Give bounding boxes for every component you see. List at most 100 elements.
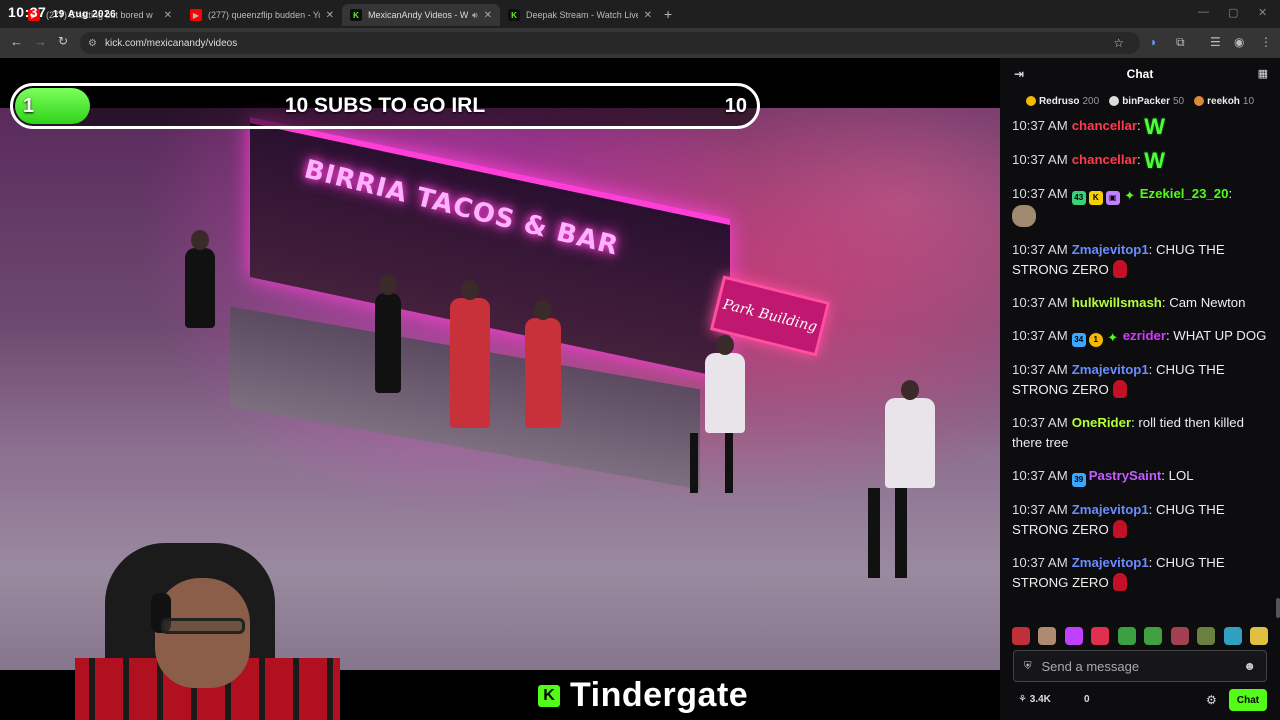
forward-icon[interactable]: →	[34, 34, 47, 49]
chat-send-button[interactable]: Chat	[1229, 689, 1267, 711]
emote-picker-icon[interactable]	[1012, 627, 1030, 645]
dancer-kimono	[450, 280, 490, 428]
chat-input[interactable]: ⛨ Send a message ☻	[1013, 650, 1267, 682]
kick-logo-icon: K	[538, 684, 560, 707]
strong-zero-emote-icon	[1112, 520, 1127, 538]
chat-message[interactable]: 10:37 AM chancellar: W	[1012, 150, 1268, 172]
new-tab-icon[interactable]: +	[664, 6, 672, 22]
message-time: 10:37 AM	[1012, 152, 1068, 167]
back-icon[interactable]: ←	[10, 34, 23, 49]
message-username[interactable]: chancellar	[1072, 118, 1137, 133]
dancer	[525, 300, 561, 428]
message-username[interactable]: Zmajevitop1	[1072, 362, 1149, 377]
chat-message[interactable]: 10:37 AM Zmajevitop1: CHUG THE STRONG ZER…	[1012, 553, 1268, 593]
message-username[interactable]: hulkwillsmash	[1072, 295, 1162, 310]
message-username[interactable]: ezrider	[1123, 328, 1166, 343]
bookmark-star-icon[interactable]: ☆	[1113, 36, 1124, 50]
close-window-icon[interactable]: ✕	[1258, 6, 1267, 19]
emote-picker-icon[interactable]	[1144, 627, 1163, 645]
chat-header: ⇥ Chat ▦	[1000, 58, 1280, 90]
message-username[interactable]: OneRider	[1072, 415, 1131, 430]
chat-message[interactable]: 10:37 AM Zmajevitop1: CHUG THE STRONG ZER…	[1012, 500, 1268, 540]
browser-window: 10:37 19 Aug 2026 ▶ (277) Chatting but b…	[0, 0, 1280, 720]
collapse-chat-icon[interactable]: ⇥	[1014, 67, 1024, 81]
emote-picker-icon[interactable]	[1249, 627, 1268, 645]
leaderboard-entry[interactable]: reekoh 10	[1194, 96, 1254, 107]
message-colon: :	[1228, 186, 1233, 201]
brand-text: Tindergate	[570, 676, 749, 714]
emote-picker-icon[interactable]	[1117, 627, 1136, 645]
message-username[interactable]: Zmajevitop1	[1072, 555, 1149, 570]
chat-settings-icon[interactable]: ⚙	[1206, 693, 1217, 707]
close-tab-icon[interactable]: ✕	[326, 10, 334, 21]
pedestrian	[185, 230, 215, 328]
points-zero: 0	[1084, 694, 1090, 705]
close-tab-icon[interactable]: ✕	[164, 10, 172, 21]
chat-message[interactable]: 10:37 AM 43 K ▣ ✦ Ezekiel_23_20:	[1012, 184, 1268, 227]
sub-goal-title: 10 SUBS TO GO IRL	[284, 94, 486, 117]
audio-icon[interactable]: ◗	[1150, 35, 1157, 49]
message-username[interactable]: Zmajevitop1	[1072, 502, 1149, 517]
site-info-icon[interactable]: ⚙	[88, 38, 97, 49]
emote-picker-icon[interactable]	[1170, 627, 1189, 645]
close-tab-icon[interactable]: ✕	[644, 10, 652, 21]
video-player[interactable]: BIRRIA TACOS & BAR Park Building 1 10 SU…	[0, 58, 1000, 720]
reload-icon[interactable]: ↻	[58, 34, 68, 48]
message-time: 10:37 AM	[1012, 118, 1068, 133]
media-controls-icon[interactable]: ☰	[1210, 35, 1221, 49]
chat-scrollbar[interactable]	[1276, 598, 1280, 618]
emote-picker-icon[interactable]	[1038, 627, 1057, 645]
cat-emote-icon	[1012, 205, 1036, 227]
pedestrian-white	[705, 335, 745, 433]
chat-message[interactable]: 10:37 AM chancellar: W	[1012, 116, 1268, 138]
message-colon: :	[1161, 468, 1169, 483]
maximize-icon[interactable]: ▢	[1228, 6, 1238, 19]
clock-time: 10:37	[8, 4, 47, 20]
tab-3[interactable]: K MexicanAndy Videos - Watc 🔊︎ ✕	[342, 4, 500, 26]
speaker-icon[interactable]: 🔊︎	[472, 10, 478, 21]
message-username[interactable]: PastrySaint	[1089, 468, 1162, 483]
chat-message[interactable]: 10:37 AM Zmajevitop1: CHUG THE STRONG ZER…	[1012, 360, 1268, 400]
chat-message[interactable]: 10:37 AM hulkwillsmash: Cam Newton	[1012, 293, 1268, 313]
menu-icon[interactable]: ⋮	[1260, 35, 1272, 49]
message-time: 10:37 AM	[1012, 502, 1068, 517]
leg	[895, 488, 907, 578]
tab-2[interactable]: ▶ (277) queenzflip budden - YouT ✕	[182, 4, 342, 26]
message-text: LOL	[1168, 468, 1194, 483]
message-username[interactable]: chancellar	[1072, 152, 1137, 167]
user-badge-icon: ✦	[1124, 188, 1136, 203]
chat-title: Chat	[1126, 67, 1154, 81]
chat-message[interactable]: 10:37 AM 39 PastrySaint: LOL	[1012, 466, 1268, 487]
message-username[interactable]: Ezekiel_23_20	[1140, 186, 1229, 201]
rank-badge-icon	[1025, 96, 1036, 106]
leaderboard-entry[interactable]: binPacker 50	[1109, 96, 1184, 107]
tab-4[interactable]: K Deepak Stream - Watch Live on ✕	[500, 4, 660, 26]
rank-badge-icon	[1194, 96, 1205, 106]
kick-points[interactable]: ⚘ 3.4K	[1018, 694, 1051, 705]
address-bar[interactable]: ⚙ kick.com/mexicanandy/videos ☆	[80, 32, 1140, 54]
chat-messages[interactable]: 10:37 AM chancellar: W 10:37 AM chancellar:…	[1000, 116, 1280, 626]
emote-picker-icon[interactable]	[1197, 627, 1216, 645]
close-tab-icon[interactable]: ✕	[484, 10, 492, 21]
message-time: 10:37 AM	[1012, 555, 1068, 570]
message-text: Cam Newton	[1169, 295, 1246, 310]
pedestrian-white	[885, 380, 935, 488]
browser-toolbar: ← → ↻ ⚙ kick.com/mexicanandy/videos ☆ ◗ …	[0, 28, 1280, 58]
emote-picker-icon[interactable]	[1223, 627, 1242, 645]
strong-zero-emote-icon	[1112, 260, 1127, 278]
user-badge-icon: 34	[1071, 333, 1086, 347]
emoji-icon[interactable]: ☻	[1243, 659, 1256, 673]
clock-overlay: 10:37 19 Aug 2026	[8, 4, 116, 20]
leaderboard: Redruso 200 binPacker 50 reekoh 10	[1000, 90, 1280, 112]
chat-message[interactable]: 10:37 AM 34 1 ✦ ezrider: WHAT UP DOG	[1012, 326, 1268, 347]
extensions-icon[interactable]: ⧉	[1176, 35, 1185, 50]
leaderboard-entry[interactable]: Redruso 200	[1025, 96, 1099, 107]
profile-icon[interactable]: ◉	[1234, 35, 1244, 49]
minimize-icon[interactable]: —	[1198, 6, 1209, 18]
message-username[interactable]: Zmajevitop1	[1072, 242, 1149, 257]
chat-users-icon[interactable]: ▦	[1258, 67, 1268, 80]
emote-picker-icon[interactable]	[1091, 627, 1110, 645]
chat-message[interactable]: 10:37 AM OneRider: roll tied then killed …	[1012, 413, 1268, 453]
emote-picker-icon[interactable]	[1064, 627, 1083, 645]
chat-message[interactable]: 10:37 AM Zmajevitop1: CHUG THE STRONG ZER…	[1012, 240, 1268, 280]
